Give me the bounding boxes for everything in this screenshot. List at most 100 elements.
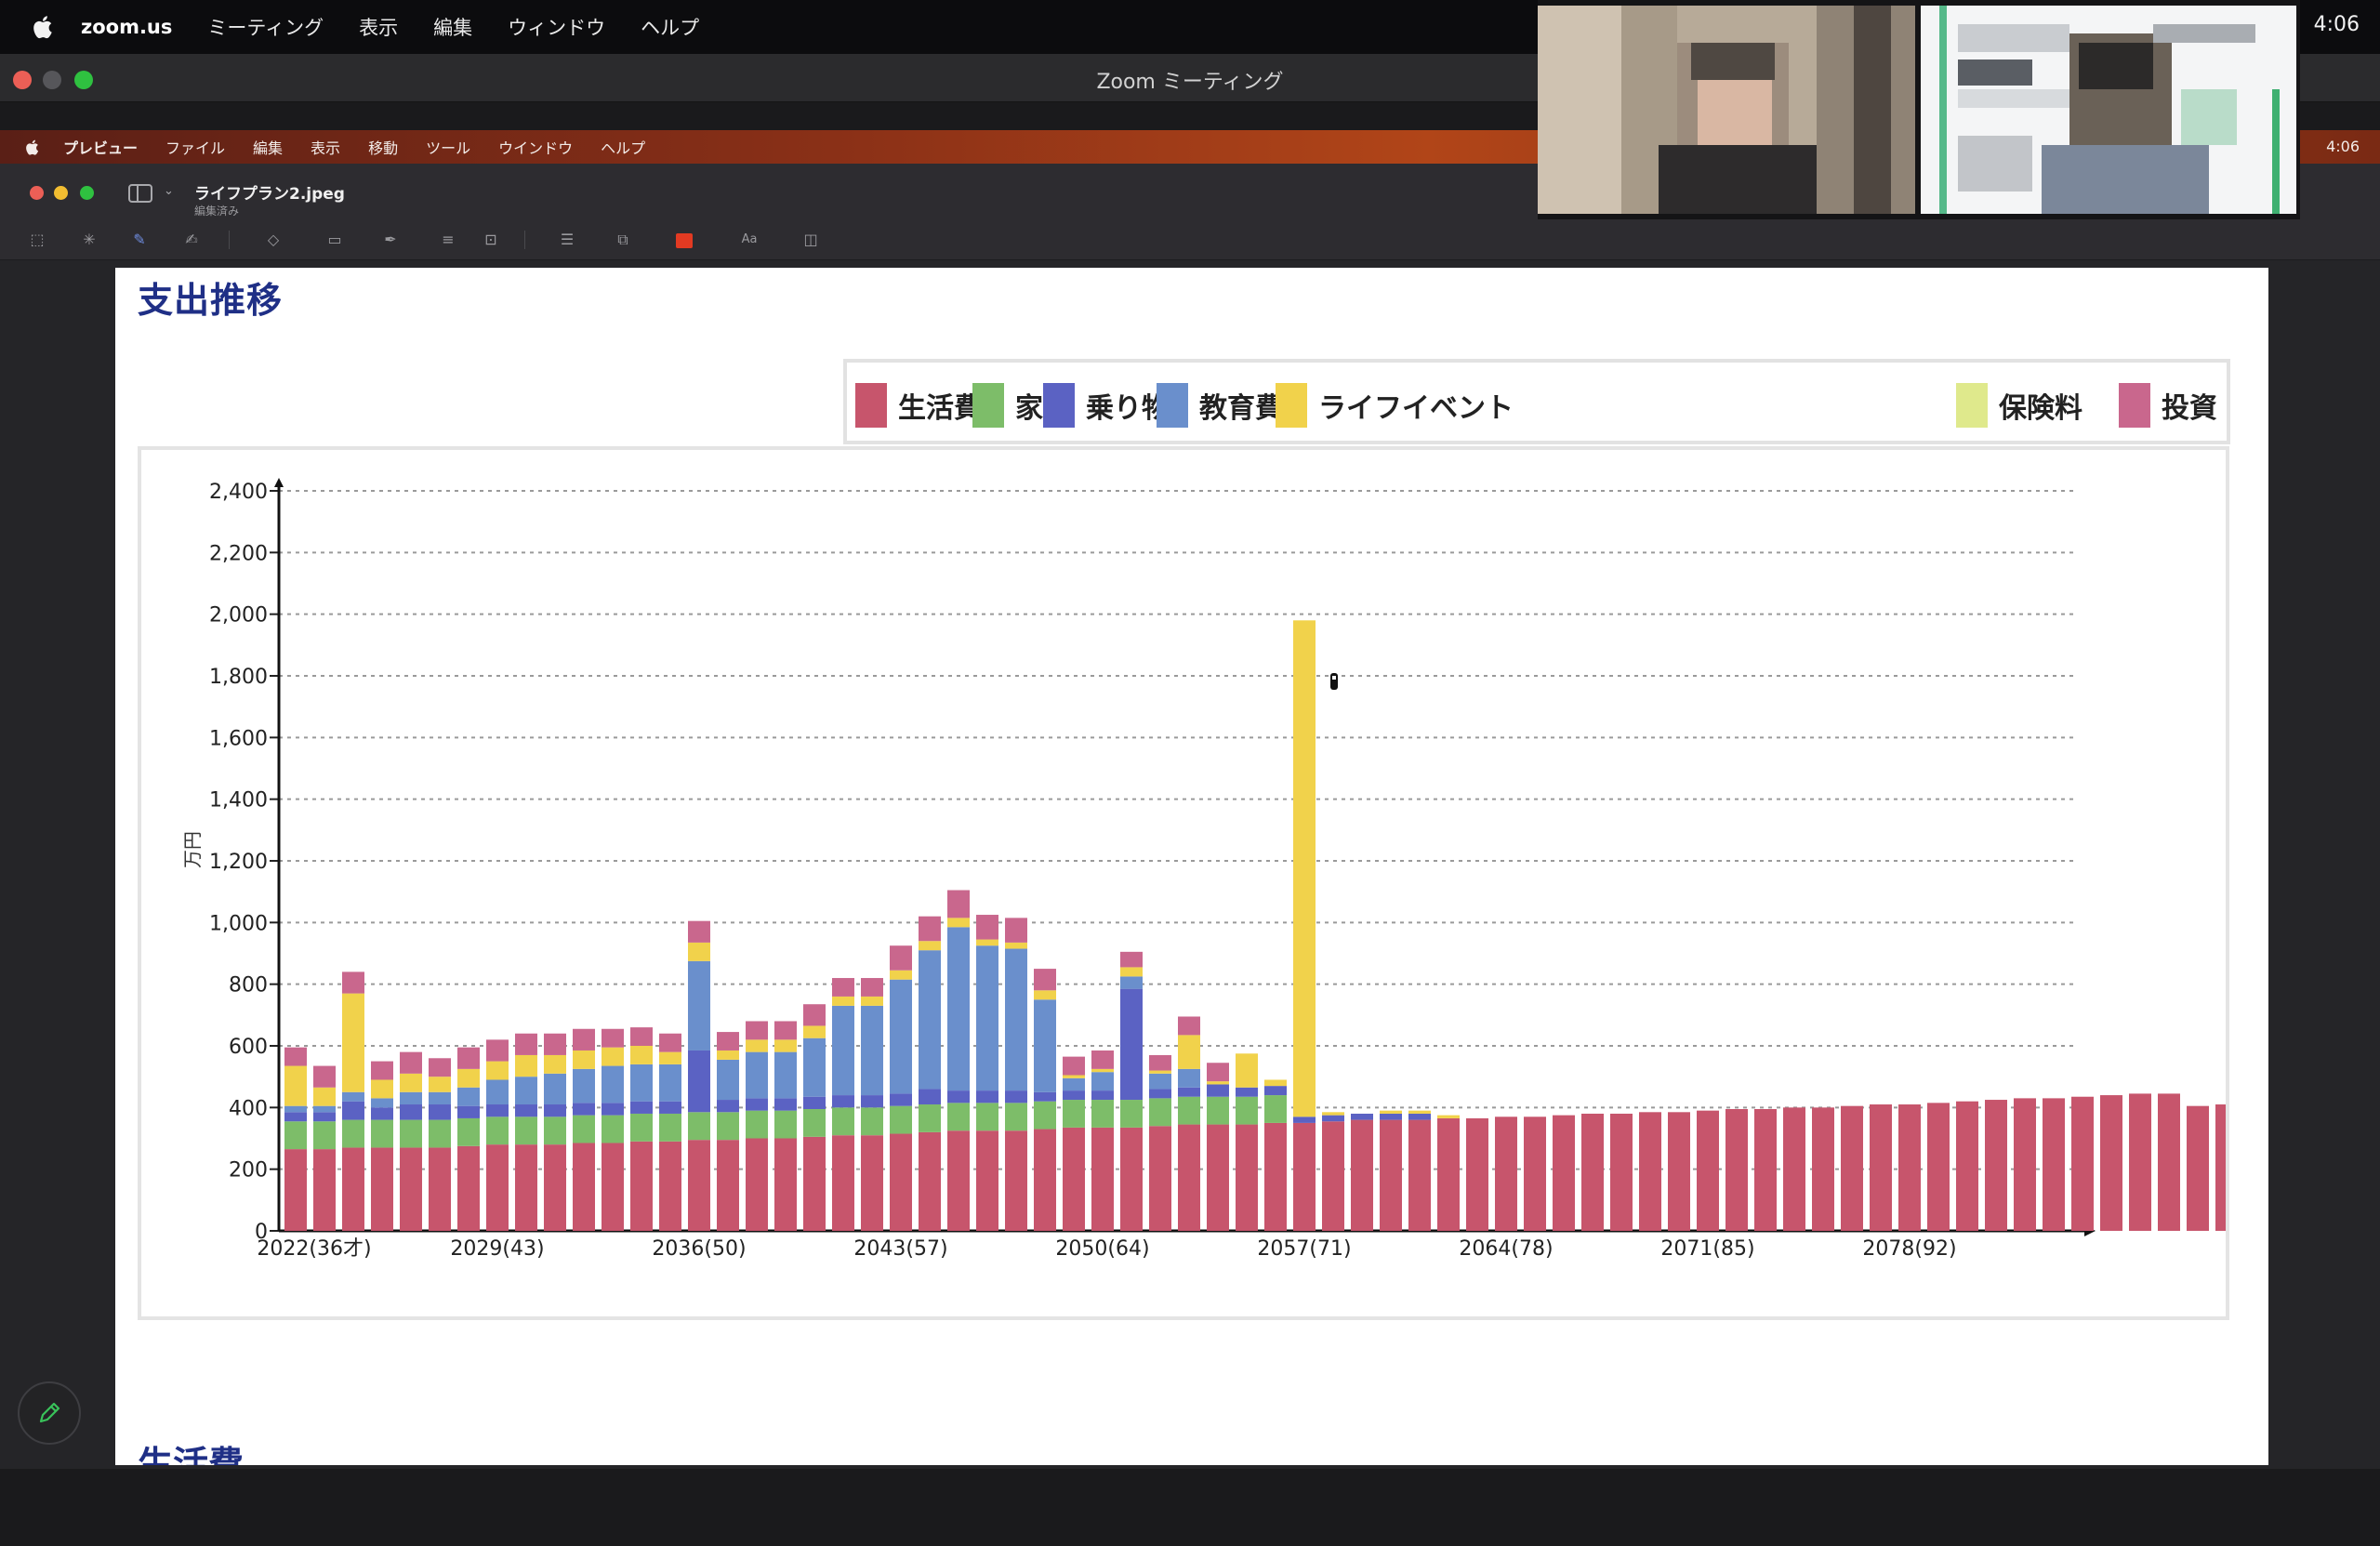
bar-segment (832, 996, 854, 1006)
bar-segment (1264, 1122, 1287, 1231)
bar-segment (1149, 1073, 1171, 1090)
preview-menu-edit[interactable]: 編集 (253, 136, 283, 158)
menu-view[interactable]: 表示 (359, 13, 398, 41)
x-tick-label: 2050(64) (1055, 1237, 1149, 1261)
bar-segment (1091, 1127, 1114, 1231)
y-tick-label: 1,400 (209, 789, 268, 813)
text-box-icon[interactable]: ▭ (325, 231, 344, 249)
bar-segment (1351, 1119, 1373, 1231)
bar-segment (1870, 1104, 1892, 1231)
bar-segment (429, 1091, 451, 1105)
text-style-icon[interactable]: Aa (740, 231, 759, 249)
preview-minimize-button[interactable] (54, 186, 68, 200)
bar-segment (976, 939, 998, 946)
preview-menu-app[interactable]: プレビュー (63, 136, 138, 158)
bar-segment (515, 1077, 537, 1105)
menubar-clock[interactable]: 4:06 (2314, 13, 2360, 36)
bar-segment (602, 1028, 624, 1048)
bar-segment (371, 1119, 393, 1148)
bar-segment (1034, 1091, 1056, 1102)
fill-color-swatch[interactable] (676, 233, 693, 248)
bar-segment (803, 1004, 826, 1026)
instant-alpha-icon[interactable]: ✳ (80, 231, 99, 249)
bar-segment (1207, 1084, 1229, 1097)
preview-menubar-clock: 4:06 (2326, 138, 2360, 155)
menu-app-name[interactable]: zoom.us (81, 16, 172, 38)
bar-segment (1005, 948, 1027, 1091)
chevron-down-icon[interactable]: ⌄ (164, 184, 174, 198)
preview-close-button[interactable] (30, 186, 44, 200)
annotate-icon[interactable]: ◫ (801, 231, 820, 249)
bar-segment (630, 1141, 653, 1231)
bar-segment (1091, 1050, 1114, 1069)
preview-menu-tools[interactable]: ツール (426, 136, 470, 158)
y-tick-label: 2,200 (209, 542, 268, 565)
border-color-icon[interactable]: ⧉ (614, 231, 632, 249)
menu-meeting[interactable]: ミーティング (207, 13, 324, 41)
bar-segment (544, 1073, 566, 1105)
document-status: 編集済み (194, 205, 240, 218)
shapes-icon[interactable]: ◇ (264, 231, 283, 249)
bar-segment (1783, 1107, 1805, 1231)
legend-item-education: 教育費 (1157, 383, 1283, 428)
bar-segment (947, 1090, 970, 1103)
bar-segment (1437, 1115, 1460, 1118)
legend-swatch (2119, 383, 2150, 428)
bar-segment (573, 1143, 595, 1231)
bar-segment (746, 1051, 768, 1099)
bar-segment (400, 1051, 422, 1074)
participant-video-2[interactable] (1921, 6, 2296, 214)
bar-segment (1985, 1100, 2007, 1231)
legend-item-investment: 投資 (2119, 383, 2217, 428)
bar-segment (1120, 988, 1143, 1101)
participant-video-1[interactable] (1538, 6, 1915, 214)
preview-menu-file[interactable]: ファイル (165, 136, 225, 158)
bar-segment (976, 915, 998, 940)
bar-segment (688, 920, 710, 943)
menu-edit[interactable]: 編集 (433, 13, 472, 41)
bar-segment (429, 1058, 451, 1077)
selection-tool-icon[interactable]: ⬚ (28, 231, 46, 249)
adjust-size-icon[interactable]: ⊡ (482, 231, 500, 249)
preview-zoom-button[interactable] (80, 186, 94, 200)
menu-window[interactable]: ウィンドウ (508, 13, 605, 41)
bar-segment (1668, 1112, 1690, 1231)
signature-icon[interactable]: ✒ (381, 231, 400, 249)
bar-segment (688, 960, 710, 1050)
preview-menu-go[interactable]: 移動 (368, 136, 398, 158)
bar-segment (1293, 620, 1316, 1117)
bar-segment (284, 1065, 307, 1106)
menu-help[interactable]: ヘルプ (641, 13, 699, 41)
apple-icon[interactable] (31, 14, 53, 40)
bar-segment (832, 1107, 854, 1136)
preview-menu-window[interactable]: ウインドウ (498, 136, 573, 158)
markup-pen-icon (39, 1402, 60, 1423)
bar-segment (2071, 1096, 2094, 1231)
bar-segment (342, 993, 364, 1092)
bar-segment (919, 941, 941, 951)
legend-swatch (1956, 383, 1988, 428)
bar-segment (544, 1104, 566, 1117)
legend-label: ライフイベント (1318, 392, 1514, 425)
bar-segment (1207, 1124, 1229, 1231)
bar-segment (630, 1113, 653, 1142)
sketch-tool-icon[interactable]: ✎ (130, 231, 149, 249)
draw-tool-icon[interactable]: ✍ (182, 231, 201, 249)
bar-segment (630, 1101, 653, 1114)
toolbar-divider (524, 231, 525, 249)
bar-segment (457, 1087, 480, 1106)
bar-segment (602, 1103, 624, 1116)
preview-menu-view[interactable]: 表示 (311, 136, 340, 158)
apple-icon[interactable] (24, 139, 39, 156)
adjust-color-icon[interactable]: ≡ (439, 231, 457, 249)
preview-menu-help[interactable]: ヘルプ (601, 136, 645, 158)
sidebar-toggle-icon[interactable] (128, 184, 152, 203)
legend-label: 生活費 (898, 392, 982, 425)
bar-segment (947, 927, 970, 1091)
video-strip (1538, 0, 2300, 219)
line-style-icon[interactable]: ☰ (558, 231, 576, 249)
legend-item-vehicle: 乗り物 (1043, 383, 1170, 428)
bar-segment (1812, 1107, 1834, 1231)
annotate-pen-button[interactable] (18, 1381, 81, 1445)
next-section-heading: 生活費 (138, 1444, 245, 1465)
